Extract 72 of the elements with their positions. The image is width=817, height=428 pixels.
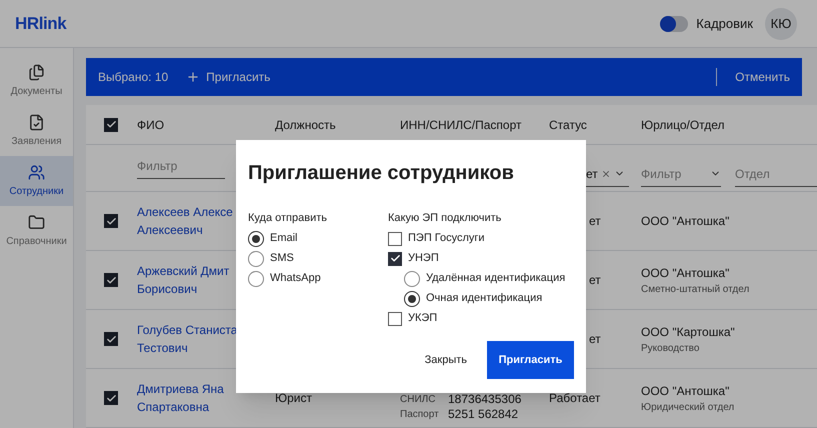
role-label: Кадровик	[696, 14, 753, 33]
toggle-switch[interactable]	[660, 16, 688, 32]
column-header[interactable]: Должность	[275, 118, 336, 132]
close-button[interactable]: Закрыть	[424, 352, 467, 368]
sidebar-icon	[28, 164, 45, 180]
radio-button[interactable]	[404, 290, 420, 306]
option-label[interactable]: Удалённая идентификация	[426, 270, 566, 287]
selected-count: Выбрано: 10	[98, 69, 168, 86]
check-icon	[390, 253, 400, 264]
radio-button[interactable]	[248, 230, 264, 246]
option-label[interactable]: Очная идентификация	[426, 290, 542, 307]
department-text: Руководство	[641, 342, 700, 356]
checkbox[interactable]	[104, 273, 118, 287]
checkbox[interactable]	[104, 118, 118, 132]
sidebar-item[interactable]: Справочники	[0, 206, 73, 256]
checkbox[interactable]	[388, 232, 402, 246]
checkbox[interactable]	[388, 252, 402, 266]
invite-button[interactable]: Пригласить	[186, 68, 270, 86]
option-label[interactable]: WhatsApp	[270, 270, 321, 287]
check-icon	[106, 216, 116, 226]
radio-button[interactable]	[404, 270, 420, 286]
check-icon	[106, 119, 116, 130]
invite-button[interactable]: Пригласить	[487, 341, 574, 379]
check-icon	[106, 392, 116, 404]
status-text: ет	[589, 214, 601, 228]
checkbox[interactable]	[104, 214, 118, 228]
radio-button[interactable]	[248, 250, 264, 266]
department-text: Юридический отдел	[641, 400, 736, 414]
status-text: Работает	[549, 391, 600, 405]
sidebar-icon	[28, 64, 45, 80]
check-icon	[106, 334, 116, 344]
department-text: Сметно-штатный отдел	[641, 282, 750, 296]
cancel-button[interactable]: Отменить	[735, 68, 790, 86]
sidebar-item[interactable]: Сотрудники	[0, 156, 73, 206]
option-label[interactable]: SMS	[270, 250, 294, 267]
dialog-title: Приглашение сотрудников	[248, 161, 515, 186]
logo[interactable]: HRlink	[15, 10, 66, 36]
checkbox[interactable]	[104, 391, 118, 405]
radio-button[interactable]	[248, 270, 264, 286]
sidebar-icon	[28, 114, 45, 130]
checkbox[interactable]	[388, 312, 402, 326]
org-text: ООО "Картошка"	[641, 324, 736, 340]
plus-icon	[186, 70, 200, 84]
status-text: ет	[589, 273, 601, 287]
avatar[interactable]: КЮ	[765, 8, 797, 40]
option-label[interactable]: ПЭП Госуслуги	[408, 230, 485, 247]
sidebar-icon	[28, 214, 45, 230]
column-header[interactable]: Юрлицо/Отдел	[641, 118, 725, 132]
group-label: Какую ЭП подключить	[388, 211, 502, 226]
option-label[interactable]: УНЭП	[408, 250, 439, 267]
org-text: ООО "Антошка"	[641, 264, 730, 282]
option-label[interactable]: УКЭП	[408, 310, 438, 327]
sidebar-item[interactable]: Документы	[0, 56, 73, 106]
id-label: Паспорт	[400, 408, 440, 422]
group-label: Куда отправить	[248, 211, 328, 226]
org-text: ООО "Антошка"	[641, 213, 730, 230]
id-label: СНИЛС	[400, 393, 436, 407]
clear-icon	[600, 168, 611, 178]
column-header[interactable]: ИНН/СНИЛС/Паспорт	[400, 118, 522, 132]
employee-name-link[interactable]: Дмитриева Яна Спартаковна	[137, 380, 275, 416]
position-text: Юрист	[275, 391, 312, 405]
column-header[interactable]: Статус	[549, 118, 587, 132]
toggle-knob[interactable]	[660, 16, 676, 32]
org-text: ООО "Антошка"	[641, 382, 730, 400]
id-value: 18736435306	[448, 392, 522, 407]
sidebar-item[interactable]: Заявления	[0, 106, 73, 156]
option-label[interactable]: Email	[270, 230, 298, 247]
column-header[interactable]: ФИО	[137, 118, 164, 132]
id-value: 5251 562842	[448, 407, 518, 422]
check-icon	[106, 274, 116, 286]
status-text: ет	[589, 332, 601, 346]
checkbox[interactable]	[104, 332, 118, 346]
